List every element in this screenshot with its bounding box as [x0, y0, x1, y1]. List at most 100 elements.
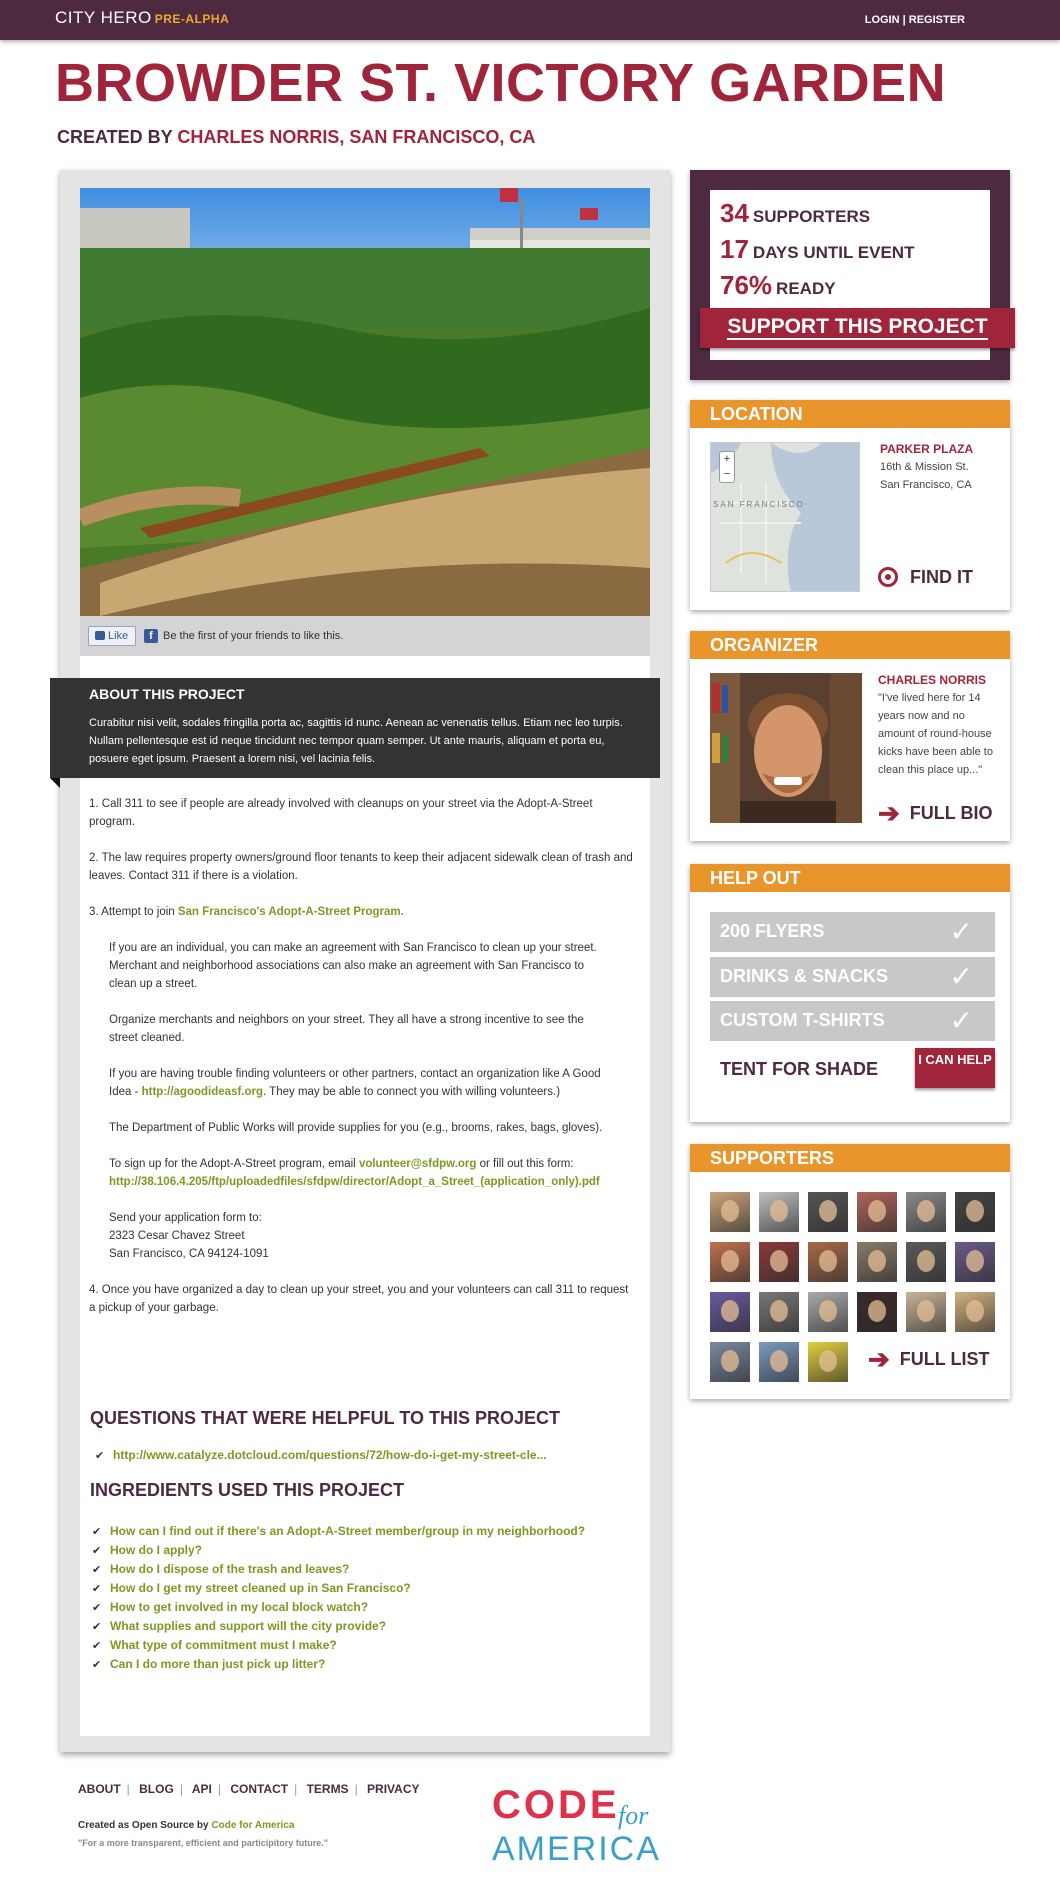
ingredient-link[interactable]: How do I dispose of the trash and leaves… — [110, 1562, 349, 1576]
supporter-avatar[interactable] — [710, 1192, 750, 1232]
full-bio-label: FULL BIO — [909, 803, 993, 823]
questions-list: ✔ http://www.catalyze.dotcloud.com/questi… — [95, 1446, 547, 1465]
footer-link-privacy[interactable]: PRIVACY — [367, 1782, 419, 1796]
support-project-button[interactable]: SUPPORT THIS PROJECT — [700, 308, 1015, 348]
checkmark-icon: ✓ — [949, 961, 973, 992]
supporter-avatar[interactable] — [955, 1242, 995, 1282]
ingredient-link[interactable]: How do I apply? — [110, 1543, 202, 1557]
supporter-avatar[interactable] — [808, 1292, 848, 1332]
check-icon: ✔ — [92, 1564, 102, 1576]
footer-sep: | — [217, 1782, 221, 1796]
i-can-help-button[interactable]: I CAN HELP — [915, 1048, 995, 1088]
address-intro: Send your application form to: — [109, 1212, 262, 1224]
avatar-face — [721, 1250, 739, 1272]
about-heading: ABOUT THIS PROJECT — [89, 686, 245, 702]
ingredient-item: ✔ How to get involved in my local block w… — [92, 1598, 585, 1617]
supporter-avatar[interactable] — [857, 1292, 897, 1332]
avatar-face — [770, 1200, 788, 1222]
question-item: ✔ http://www.catalyze.dotcloud.com/questi… — [95, 1446, 547, 1465]
ingredient-item: ✔ How do I dispose of the trash and leave… — [92, 1560, 585, 1579]
supporter-avatar[interactable] — [906, 1242, 946, 1282]
map-zoom-control: + − — [719, 451, 735, 483]
full-bio-link[interactable]: ➔ FULL BIO — [878, 798, 992, 829]
code-for-america-link[interactable]: Code for America — [211, 1820, 294, 1831]
avatar-face — [868, 1300, 886, 1322]
ingredient-link[interactable]: How can I find out if there's an Adopt-A… — [110, 1524, 585, 1538]
checkmark-icon: ✓ — [949, 916, 973, 947]
organizer-heading: ORGANIZER — [690, 631, 1010, 659]
find-it-button[interactable]: FIND IT — [878, 567, 973, 588]
supporter-avatar[interactable] — [710, 1242, 750, 1282]
project-stats-card: 34 SUPPORTERS 17 DAYS UNTIL EVENT 76% READY — [690, 170, 1010, 380]
footer-sep: | — [179, 1782, 183, 1796]
ingredient-item: ✔ How do I apply? — [92, 1541, 585, 1560]
application-form-link[interactable]: http://38.106.4.205/ftp/uploadedfiles/sf… — [109, 1176, 600, 1188]
top-nav-bar: CITY HERO PRE-ALPHA LOGIN | REGISTER — [0, 0, 1060, 40]
footer-link-terms[interactable]: TERMS — [307, 1782, 349, 1796]
days-stat: 17 DAYS UNTIL EVENT — [720, 234, 914, 265]
supporter-avatar[interactable] — [759, 1192, 799, 1232]
ingredient-item: ✔ How can I find out if there's an Adopt-… — [92, 1522, 585, 1541]
supporter-avatar[interactable] — [906, 1292, 946, 1332]
login-link[interactable]: LOGIN — [865, 14, 900, 26]
logo-america-text: AMERICA — [492, 1830, 661, 1868]
supporter-avatar[interactable] — [759, 1242, 799, 1282]
question-link[interactable]: http://www.catalyze.dotcloud.com/questio… — [113, 1448, 547, 1462]
ingredient-link[interactable]: What type of commitment must I make? — [110, 1638, 337, 1652]
supporter-avatar[interactable] — [955, 1292, 995, 1332]
organizer-avatar — [710, 673, 862, 823]
step-3-details: If you are an individual, you can make a… — [89, 939, 634, 1263]
register-link[interactable]: REGISTER — [909, 14, 965, 26]
footer-link-about[interactable]: ABOUT — [78, 1782, 121, 1796]
ingredient-link[interactable]: How do I get my street cleaned up in San… — [110, 1581, 411, 1595]
ingredient-link[interactable]: Can I do more than just pick up litter? — [110, 1657, 325, 1671]
footer-link-blog[interactable]: BLOG — [139, 1782, 174, 1796]
step-1: 1. Call 311 to see if people are already… — [89, 798, 593, 828]
supporter-avatar[interactable] — [808, 1242, 848, 1282]
supporter-avatar[interactable] — [710, 1292, 750, 1332]
footer-sep: | — [294, 1782, 298, 1796]
supporter-avatar[interactable] — [808, 1192, 848, 1232]
location-map[interactable]: SAN FRANCISCO + − — [710, 442, 860, 592]
zoom-in-icon[interactable]: + — [720, 452, 734, 467]
supporter-avatar[interactable] — [955, 1192, 995, 1232]
check-icon: ✔ — [95, 1450, 105, 1462]
avatar-face — [770, 1350, 788, 1372]
creator-link[interactable]: CHARLES NORRIS, SAN FRANCISCO, CA — [177, 127, 535, 147]
agoodidea-link[interactable]: http://agoodideasf.org — [142, 1086, 263, 1098]
organizer-name[interactable]: CHARLES NORRIS — [878, 673, 986, 687]
garden-image — [80, 188, 650, 616]
supporter-avatar[interactable] — [857, 1192, 897, 1232]
facebook-like-button[interactable]: Like — [88, 626, 136, 646]
footer-credit: Created as Open Source by Code for Ameri… — [78, 1820, 294, 1831]
find-it-label: FIND IT — [910, 567, 973, 587]
zoom-out-icon[interactable]: − — [720, 467, 734, 482]
footer-links: ABOUT | BLOG | API | CONTACT | TERMS | PRIVAC… — [78, 1782, 419, 1796]
address-city: San Francisco, CA 94124-1091 — [109, 1248, 269, 1260]
thumbs-up-icon — [95, 631, 105, 640]
map-city-label: SAN FRANCISCO — [713, 500, 805, 509]
adopt-a-street-link[interactable]: San Francisco's Adopt-A-Street Program. — [178, 906, 404, 918]
ingredient-link[interactable]: What supplies and support will the city … — [110, 1619, 386, 1633]
supporter-avatar[interactable] — [808, 1342, 848, 1382]
supporter-avatar[interactable] — [857, 1242, 897, 1282]
facebook-icon: f — [144, 629, 158, 643]
full-list-link[interactable]: ➔ FULL LIST — [868, 1344, 989, 1375]
days-count: 17 — [720, 234, 749, 264]
supporters-heading: SUPPORTERS — [690, 1144, 1010, 1172]
like-prompt: Be the first of your friends to like thi… — [163, 630, 344, 642]
detail-supplies: The Department of Public Works will prov… — [109, 1122, 603, 1134]
supporter-avatar[interactable] — [906, 1192, 946, 1232]
supporter-avatar[interactable] — [759, 1292, 799, 1332]
footer-link-contact[interactable]: CONTACT — [230, 1782, 288, 1796]
ingredient-link[interactable]: How to get involved in my local block wa… — [110, 1600, 368, 1614]
ribbon-fold — [50, 778, 60, 788]
brand-logo[interactable]: CITY HERO PRE-ALPHA — [55, 8, 229, 28]
avatar-face — [868, 1200, 886, 1222]
code-for-america-logo[interactable]: CODE for AMERICA — [490, 1778, 680, 1868]
check-icon: ✔ — [92, 1640, 102, 1652]
dpw-email-link[interactable]: volunteer@sfdpw.org — [359, 1158, 477, 1170]
supporter-avatar[interactable] — [710, 1342, 750, 1382]
supporter-avatar[interactable] — [759, 1342, 799, 1382]
footer-link-api[interactable]: API — [192, 1782, 212, 1796]
